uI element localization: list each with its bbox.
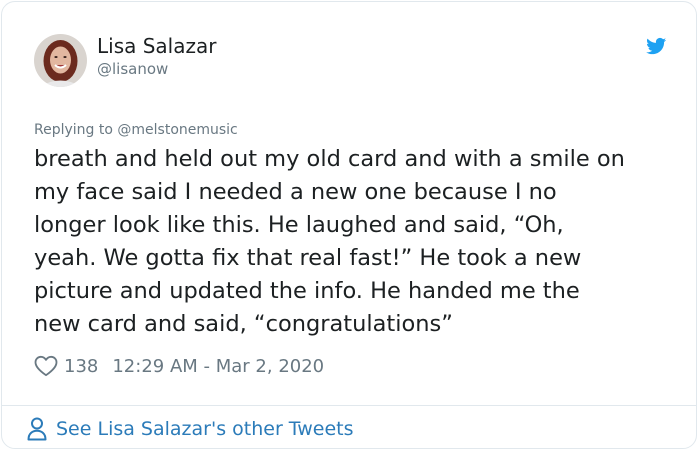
tweet-text-line: breath and held out my old card and with… bbox=[34, 146, 625, 172]
tweet-text-line: yeah. We gotta fix that real fast!” He t… bbox=[34, 245, 582, 271]
replying-to: Replying to @melstonemusic bbox=[34, 122, 238, 138]
footer-divider bbox=[2, 405, 696, 406]
tweet-meta: 138 12:29 AM - Mar 2, 2020 bbox=[34, 353, 324, 379]
avatar[interactable] bbox=[34, 34, 87, 87]
heart-icon[interactable] bbox=[34, 355, 58, 377]
avatar-photo bbox=[34, 34, 87, 87]
replying-to-label: Replying to bbox=[34, 122, 118, 138]
twitter-bird-icon[interactable] bbox=[644, 36, 669, 56]
tweet-timestamp[interactable]: 12:29 AM - Mar 2, 2020 bbox=[112, 356, 324, 377]
person-icon bbox=[27, 417, 47, 441]
like-count[interactable]: 138 bbox=[64, 356, 98, 377]
author-name[interactable]: Lisa Salazar bbox=[97, 34, 216, 58]
reply-mention-link[interactable]: @melstonemusic bbox=[117, 122, 237, 138]
tweet-text-line: picture and updated the info. He handed … bbox=[34, 278, 580, 304]
tweet-card: Lisa Salazar @lisanow Replying to @melst… bbox=[1, 1, 697, 449]
tweet-text: breath and held out my old card and with… bbox=[34, 143, 679, 341]
other-tweets-link[interactable]: See Lisa Salazar's other Tweets bbox=[26, 416, 354, 442]
tweet-text-line: new card and said, “congratulations” bbox=[34, 311, 453, 337]
tweet-text-line: my face said I needed a new one because … bbox=[34, 179, 557, 205]
tweet-text-line: longer look like this. He laughed and sa… bbox=[34, 212, 564, 238]
author-handle[interactable]: @lisanow bbox=[97, 60, 168, 78]
other-tweets-label[interactable]: See Lisa Salazar's other Tweets bbox=[56, 418, 354, 440]
